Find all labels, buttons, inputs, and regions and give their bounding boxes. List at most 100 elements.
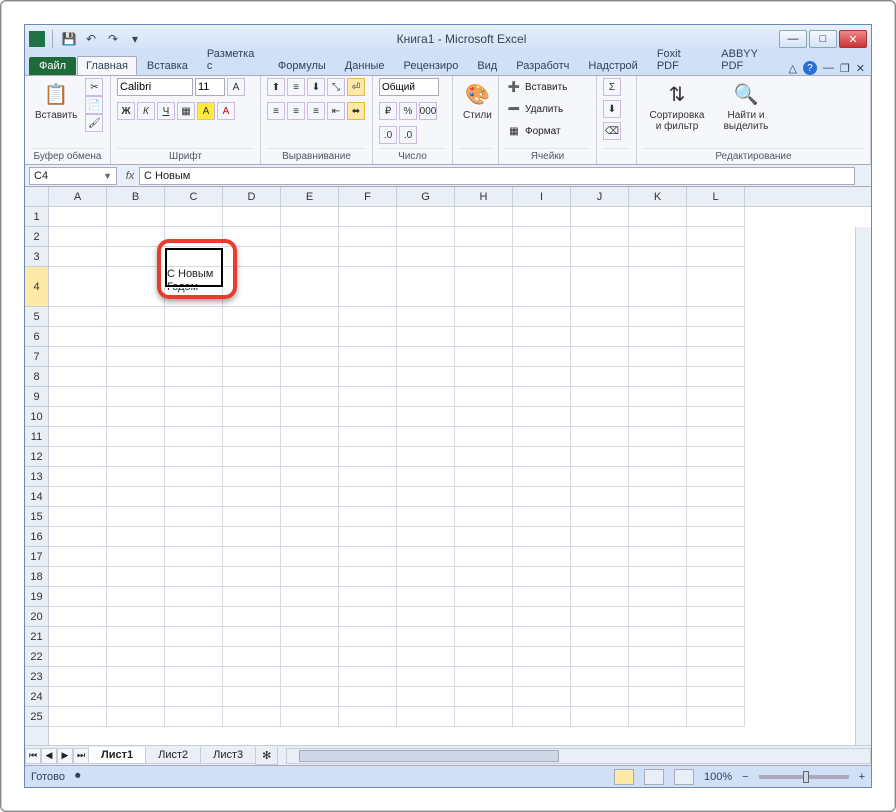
cell-I25[interactable] [513, 707, 571, 727]
cell-J10[interactable] [571, 407, 629, 427]
grow-font-icon[interactable]: A [227, 78, 245, 96]
cell-I23[interactable] [513, 667, 571, 687]
cell-D1[interactable] [223, 207, 281, 227]
cell-K19[interactable] [629, 587, 687, 607]
cell-D10[interactable] [223, 407, 281, 427]
cell-G10[interactable] [397, 407, 455, 427]
cell-J23[interactable] [571, 667, 629, 687]
cell-E5[interactable] [281, 307, 339, 327]
cell-A8[interactable] [49, 367, 107, 387]
cell-E22[interactable] [281, 647, 339, 667]
cell-E8[interactable] [281, 367, 339, 387]
cell-L14[interactable] [687, 487, 745, 507]
cell-J20[interactable] [571, 607, 629, 627]
cell-F2[interactable] [339, 227, 397, 247]
doc-close-icon[interactable]: ✕ [856, 62, 865, 75]
cell-F22[interactable] [339, 647, 397, 667]
cell-E9[interactable] [281, 387, 339, 407]
cell-F4[interactable] [339, 267, 397, 307]
cell-K22[interactable] [629, 647, 687, 667]
cell-F25[interactable] [339, 707, 397, 727]
cell-H17[interactable] [455, 547, 513, 567]
cell-J9[interactable] [571, 387, 629, 407]
tab-addins[interactable]: Надстрой [579, 56, 646, 75]
cell-A11[interactable] [49, 427, 107, 447]
cell-J24[interactable] [571, 687, 629, 707]
doc-restore-icon[interactable]: ❐ [840, 62, 850, 75]
cell-J18[interactable] [571, 567, 629, 587]
cell-B20[interactable] [107, 607, 165, 627]
cell-A15[interactable] [49, 507, 107, 527]
cell-B6[interactable] [107, 327, 165, 347]
tab-data[interactable]: Данные [336, 56, 394, 75]
copy-icon[interactable]: 📄 [85, 96, 103, 114]
cell-H1[interactable] [455, 207, 513, 227]
cell-F18[interactable] [339, 567, 397, 587]
cell-H3[interactable] [455, 247, 513, 267]
cell-C19[interactable] [165, 587, 223, 607]
cell-K8[interactable] [629, 367, 687, 387]
col-C[interactable]: C [165, 187, 223, 207]
cell-G12[interactable] [397, 447, 455, 467]
row-22[interactable]: 22 [25, 647, 48, 667]
cell-E7[interactable] [281, 347, 339, 367]
last-sheet-icon[interactable]: ⏭ [73, 748, 89, 764]
cell-C7[interactable] [165, 347, 223, 367]
cell-J17[interactable] [571, 547, 629, 567]
col-B[interactable]: B [107, 187, 165, 207]
col-G[interactable]: G [397, 187, 455, 207]
cell-L4[interactable] [687, 267, 745, 307]
cell-B4[interactable] [107, 267, 165, 307]
cell-D19[interactable] [223, 587, 281, 607]
cell-D22[interactable] [223, 647, 281, 667]
cell-B5[interactable] [107, 307, 165, 327]
cell-J14[interactable] [571, 487, 629, 507]
styles-button[interactable]: 🎨 Стили [459, 78, 496, 123]
border-icon[interactable]: ▦ [177, 102, 195, 120]
cell-J22[interactable] [571, 647, 629, 667]
cell-I12[interactable] [513, 447, 571, 467]
cell-B16[interactable] [107, 527, 165, 547]
cell-C22[interactable] [165, 647, 223, 667]
paste-button[interactable]: 📋 Вставить [31, 78, 81, 123]
cell-F8[interactable] [339, 367, 397, 387]
row-19[interactable]: 19 [25, 587, 48, 607]
cell-C4[interactable]: С НовымГодом [165, 267, 223, 307]
cell-K24[interactable] [629, 687, 687, 707]
cell-B23[interactable] [107, 667, 165, 687]
cell-I10[interactable] [513, 407, 571, 427]
cell-J25[interactable] [571, 707, 629, 727]
row-15[interactable]: 15 [25, 507, 48, 527]
cell-I16[interactable] [513, 527, 571, 547]
cell-H7[interactable] [455, 347, 513, 367]
cell-B9[interactable] [107, 387, 165, 407]
cell-J2[interactable] [571, 227, 629, 247]
cell-G4[interactable] [397, 267, 455, 307]
cell-K17[interactable] [629, 547, 687, 567]
cell-F9[interactable] [339, 387, 397, 407]
cell-B19[interactable] [107, 587, 165, 607]
cell-K12[interactable] [629, 447, 687, 467]
cell-A12[interactable] [49, 447, 107, 467]
cell-D20[interactable] [223, 607, 281, 627]
cell-A5[interactable] [49, 307, 107, 327]
cell-L3[interactable] [687, 247, 745, 267]
align-top-icon[interactable]: ⬆ [267, 78, 285, 96]
cell-D21[interactable] [223, 627, 281, 647]
insert-cells-button[interactable]: ➕Вставить [505, 78, 569, 96]
cell-I21[interactable] [513, 627, 571, 647]
cell-B13[interactable] [107, 467, 165, 487]
tab-insert[interactable]: Вставка [138, 56, 197, 75]
cell-A20[interactable] [49, 607, 107, 627]
cell-C24[interactable] [165, 687, 223, 707]
cell-J4[interactable] [571, 267, 629, 307]
cell-A10[interactable] [49, 407, 107, 427]
save-icon[interactable]: 💾 [60, 30, 78, 48]
cell-A14[interactable] [49, 487, 107, 507]
cell-G24[interactable] [397, 687, 455, 707]
cell-G6[interactable] [397, 327, 455, 347]
minimize-ribbon-icon[interactable]: △ [788, 62, 796, 75]
row-4[interactable]: 4 [25, 267, 48, 307]
inc-decimal-icon[interactable]: .0 [379, 126, 397, 144]
cell-D2[interactable] [223, 227, 281, 247]
